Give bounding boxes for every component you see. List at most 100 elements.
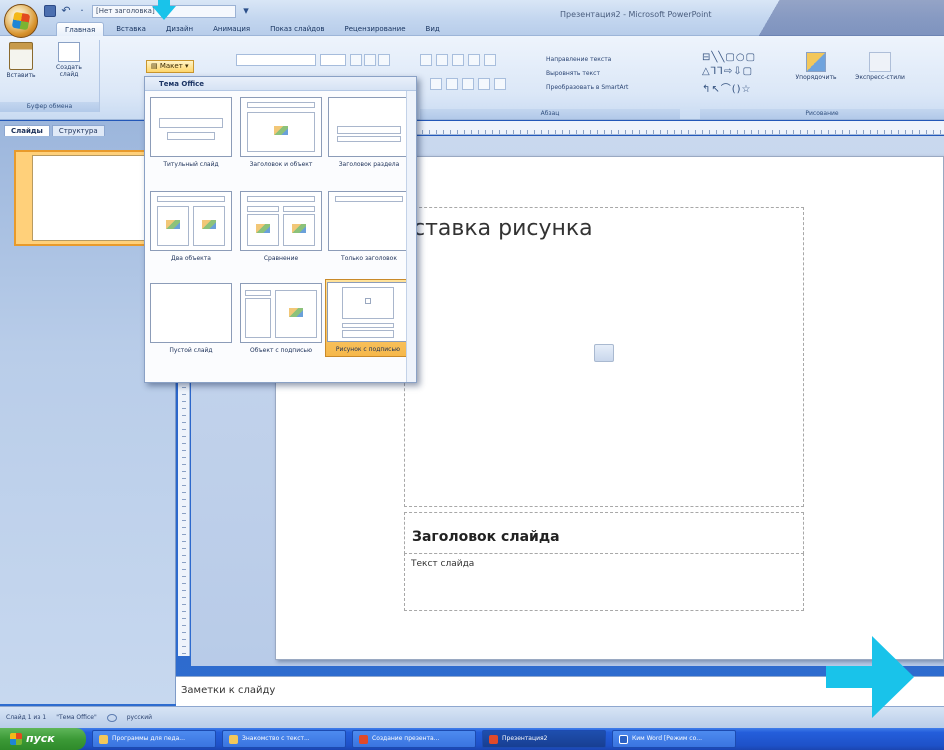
arrange-icon <box>806 52 826 72</box>
shapes-gallery-row3[interactable]: ↰↖⌒()☆ <box>702 80 752 95</box>
tab-home[interactable]: Главная <box>56 22 105 36</box>
paste-button[interactable]: Вставить <box>4 42 38 79</box>
layout-thumb <box>150 283 232 343</box>
windows-flag-icon <box>10 733 22 745</box>
line-spacing-icon[interactable] <box>484 54 496 66</box>
layout-label: Только заголовок <box>341 255 397 262</box>
taskbar-item-create[interactable]: Создание презента... <box>352 730 476 748</box>
spellcheck-icon[interactable] <box>106 713 117 722</box>
arrange-button[interactable]: Упорядочить <box>792 52 840 81</box>
layout-blank[interactable]: Пустой слайд <box>149 283 233 354</box>
layout-gallery: Тема Office Титульный слайд Заголовок и … <box>144 76 417 383</box>
title-placeholder-text: Заголовок слайда <box>412 529 560 545</box>
powerpoint-icon <box>359 734 368 744</box>
taskbar-item-label: Создание презента... <box>372 735 440 742</box>
align-text-button[interactable]: Выровнять текст <box>546 70 600 80</box>
text-placeholder-text: Текст слайда <box>411 559 475 569</box>
layout-content-caption[interactable]: Объект с подписью <box>239 283 323 354</box>
layout-button[interactable]: ▤ Макет ▾ <box>146 60 194 73</box>
layout-picture-caption[interactable]: Рисунок с подписью <box>325 279 411 357</box>
panel-tabs: Слайды Структура <box>4 125 105 136</box>
layout-comparison[interactable]: Сравнение <box>239 191 323 262</box>
quick-access-combo[interactable] <box>166 4 236 18</box>
decrease-indent-icon[interactable] <box>452 54 464 66</box>
ribbon: Вставить Создать слайд Буфер обмена Напр… <box>0 36 944 120</box>
start-label: пуск <box>26 732 55 745</box>
font-size-field[interactable] <box>320 54 346 66</box>
layout-label: Объект с подписью <box>249 347 313 354</box>
taskbar-item-label: Ким Word [Режим со... <box>632 735 703 742</box>
tab-outline[interactable]: Структура <box>51 125 105 136</box>
justify-icon[interactable] <box>478 78 490 90</box>
new-slide-icon <box>58 42 80 62</box>
gallery-scrollbar[interactable] <box>406 91 416 382</box>
convert-smartart-button[interactable]: Преобразовать в SmartArt <box>546 84 628 94</box>
paste-label: Вставить <box>6 72 36 79</box>
tab-view[interactable]: Вид <box>418 22 448 36</box>
powerpoint-icon <box>489 734 498 744</box>
layout-thumb <box>150 97 232 157</box>
tab-slides[interactable]: Слайды <box>4 125 50 136</box>
bullets-icon[interactable] <box>420 54 432 66</box>
new-slide-button[interactable]: Создать слайд <box>48 42 90 78</box>
tab-design[interactable]: Дизайн <box>158 22 201 36</box>
layout-title-content[interactable]: Заголовок и объект <box>239 97 323 168</box>
taskbar-item-programs[interactable]: Программы для педа... <box>92 730 216 748</box>
numbering-icon[interactable] <box>436 54 448 66</box>
tab-animation[interactable]: Анимация <box>205 22 258 36</box>
gallery-header: Тема Office <box>145 77 416 91</box>
taskbar: пуск Программы для педа... Знакомство с … <box>0 728 944 750</box>
quick-access-toolbar: ↶ · [Нет заголовка] ▾ <box>44 4 252 18</box>
quick-styles-icon <box>869 52 891 72</box>
paragraph-group-label: Абзац <box>420 109 680 119</box>
layout-thumb <box>328 191 410 251</box>
shapes-gallery[interactable]: ⊟╲╲▢○▢ <box>702 52 756 63</box>
layout-thumb <box>240 283 322 343</box>
font-name-field[interactable] <box>236 54 316 66</box>
clear-format-icon[interactable] <box>378 54 390 66</box>
paste-icon <box>9 42 33 70</box>
grow-font-icon[interactable] <box>350 54 362 66</box>
start-button[interactable]: пуск <box>0 728 86 750</box>
office-logo-icon <box>11 11 31 31</box>
quick-styles-button[interactable]: Экспресс-стили <box>850 52 910 81</box>
layout-label: Два объекта <box>171 255 211 262</box>
taskbar-item-label: Знакомство с текст... <box>242 735 310 742</box>
redo-icon[interactable]: · <box>76 5 88 17</box>
folder-icon <box>229 734 238 744</box>
layout-title-only[interactable]: Только заголовок <box>327 191 411 262</box>
layout-two-content[interactable]: Два объекта <box>149 191 233 262</box>
columns-icon[interactable] <box>494 78 506 90</box>
layout-button-label: Макет <box>159 62 183 70</box>
customize-qat-icon[interactable]: ▾ <box>240 5 252 17</box>
layout-section-header[interactable]: Заголовок раздела <box>327 97 411 168</box>
taskbar-item-word[interactable]: Ким Word [Режим со... <box>612 730 736 748</box>
layout-thumb <box>327 282 409 342</box>
arrow-right-icon <box>826 636 914 718</box>
save-icon[interactable] <box>44 5 56 17</box>
slide-thumbnail-selected[interactable] <box>14 150 158 246</box>
align-right-icon[interactable] <box>462 78 474 90</box>
undo-icon[interactable]: ↶ <box>60 5 72 17</box>
shapes-gallery-row2[interactable]: △⅂⅂⇨⇩▢ <box>702 66 753 77</box>
layout-title-slide[interactable]: Титульный слайд <box>149 97 233 168</box>
shrink-font-icon[interactable] <box>364 54 376 66</box>
quick-styles-label: Экспресс-стили <box>855 74 905 81</box>
layout-thumb <box>150 191 232 251</box>
language[interactable]: русский <box>127 714 152 721</box>
notes-placeholder: Заметки к слайду <box>181 685 276 696</box>
picture-placeholder-text: ставка рисунка <box>413 216 593 241</box>
theme-name: "Тема Office" <box>56 714 97 721</box>
office-button[interactable] <box>4 4 38 38</box>
taskbar-item-intro[interactable]: Знакомство с текст... <box>222 730 346 748</box>
tab-review[interactable]: Рецензирование <box>337 22 414 36</box>
tab-slideshow[interactable]: Показ слайдов <box>262 22 332 36</box>
increase-indent-icon[interactable] <box>468 54 480 66</box>
insert-picture-icon[interactable] <box>594 344 614 362</box>
text-direction-button[interactable]: Направление текста <box>546 56 611 66</box>
layout-label: Пустой слайд <box>169 347 213 354</box>
taskbar-item-presentation[interactable]: Презентация2 <box>482 730 606 748</box>
align-left-icon[interactable] <box>430 78 442 90</box>
tab-insert[interactable]: Вставка <box>108 22 154 36</box>
align-center-icon[interactable] <box>446 78 458 90</box>
